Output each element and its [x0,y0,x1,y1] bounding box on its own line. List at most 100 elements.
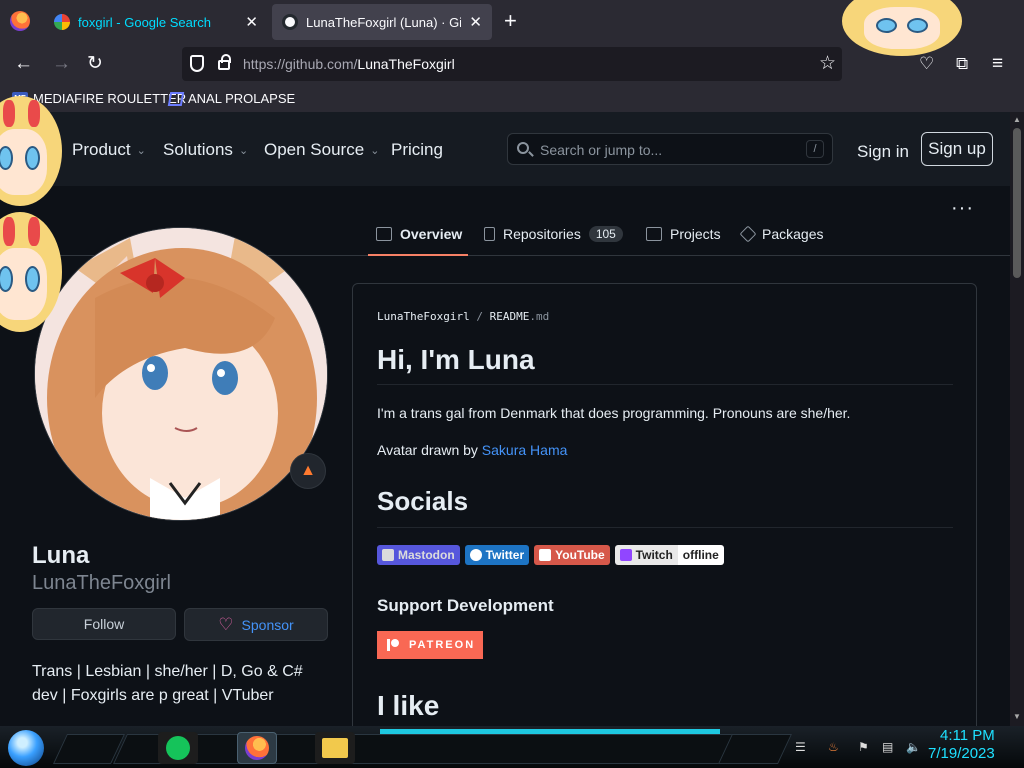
url-host: https://github.com/ [243,56,358,72]
tracking-shield-icon[interactable] [190,55,204,72]
tab-projects[interactable]: Projects [646,226,721,242]
search-input[interactable]: Search or jump to... / [507,133,833,165]
sign-in-link[interactable]: Sign in [857,142,909,162]
page-scrollbar[interactable]: ▲ ▼ [1010,112,1024,726]
pocket-icon[interactable]: ♡ [919,53,934,75]
tab-overview[interactable]: Overview [376,226,462,242]
tab-label: Projects [670,226,721,242]
volume-icon[interactable]: 🔈 [906,740,921,754]
character-horn [28,100,41,127]
artist-link[interactable]: Sakura Hama [482,442,568,458]
scrollbar-thumb[interactable] [1013,128,1021,278]
taskbar-notes-app[interactable] [158,732,198,764]
extensions-icon[interactable]: ⧉ [956,53,968,75]
tab-repositories[interactable]: Repositories 105 [484,226,623,242]
nav-product[interactable]: Product ⌄ [72,140,146,160]
search-icon [517,142,529,154]
nav-pricing[interactable]: Pricing [391,140,443,160]
folder-icon [322,738,348,758]
active-tab-underline [368,254,468,256]
java-tray-icon[interactable]: ♨ [828,740,839,754]
clock-time: 4:11 PM [939,727,995,744]
twitter-badge[interactable]: Twitter [464,545,530,565]
nav-open-source[interactable]: Open Source ⌄ [264,140,379,160]
notes-app-icon [166,736,190,760]
character-face [863,7,941,49]
mastodon-badge[interactable]: Mastodon [377,545,460,565]
tab-label: Packages [762,226,824,242]
chevron-down-icon: ⌄ [238,144,249,157]
patreon-label: PATREON [409,639,476,651]
readme-card: LunaTheFoxgirl / README.md Hi, I'm Luna … [352,283,977,743]
system-clock[interactable]: 4:11 PM 7/19/2023 [928,727,995,763]
flag-tray-icon[interactable]: ⚑ [858,740,869,754]
mastodon-icon [382,549,394,561]
slash-shortcut-key: / [806,140,824,158]
readme-avatar-credit: Avatar drawn by Sakura Hama [377,442,567,458]
sign-up-button[interactable]: Sign up [921,132,993,166]
taskbar-firefox-app[interactable] [237,732,277,764]
badge-label: Mastodon [398,548,455,562]
readme-file-link[interactable]: README [490,310,530,323]
tab-packages[interactable]: Packages [739,225,824,243]
avatar[interactable] [34,227,328,521]
search-placeholder: Search or jump to... [540,142,663,158]
heading-divider [377,527,953,528]
sponsor-button[interactable]: ♡ Sponsor [184,608,328,641]
address-bar[interactable]: https://github.com/LunaTheFoxgirl ☆ [182,47,842,81]
tab-label: Repositories [503,226,581,242]
twitch-icon [619,549,632,561]
url-text[interactable]: https://github.com/LunaTheFoxgirl [243,56,455,72]
heart-icon: ♡ [218,614,234,634]
youtube-badge[interactable]: YouTube [534,545,610,565]
readme-repo-link[interactable]: LunaTheFoxgirl [377,310,470,323]
readme-file-ext: .md [529,310,550,323]
twitch-status-badge[interactable]: offline [677,545,724,565]
fox-emoji-status-icon[interactable]: ▲ [290,453,326,489]
heading-divider [377,384,953,385]
bookmark-star-icon[interactable]: ☆ [819,52,836,75]
taskbar-frame [718,734,792,764]
close-tab-icon[interactable]: ✕ [245,13,258,31]
close-tab-icon[interactable]: ✕ [469,13,482,31]
tab-github-profile[interactable]: LunaTheFoxgirl (Luna) · GitHub ✕ [272,4,492,40]
readme-heading: Hi, I'm Luna [377,344,535,375]
patreon-icon [387,639,399,651]
nav-label: Open Source [264,140,365,159]
character-horn [3,216,15,246]
firefox-icon[interactable] [10,11,30,31]
patreon-badge[interactable]: PATREON [377,631,483,659]
follow-button[interactable]: Follow [32,608,176,640]
github-icon [282,14,298,30]
more-options-icon[interactable]: ··· [951,197,974,220]
hamburger-menu-icon[interactable]: ≡ [992,53,1003,75]
character-eye [25,145,41,170]
twitch-badge[interactable]: Twitch [614,545,678,565]
back-arrow-icon[interactable]: ← [14,53,33,75]
scroll-down-arrow-icon[interactable]: ▼ [1013,712,1021,721]
show-desktop-icon[interactable]: ☰ [795,740,806,754]
badge-label: YouTube [555,548,605,562]
taskbar-file-explorer-app[interactable] [315,732,355,764]
youtube-play-icon [539,549,552,561]
forward-arrow-icon[interactable]: → [52,53,71,75]
bookmark-label: ANAL PROLAPSE [188,91,296,106]
url-path: LunaTheFoxgirl [357,56,455,72]
bookmark-anal-prolapse[interactable]: ANAL PROLAPSE [167,91,296,106]
tab-google-search[interactable]: foxgirl - Google Search ✕ [44,4,268,40]
readme-breadcrumb: LunaTheFoxgirl / README.md [377,310,549,323]
repo-icon [484,227,495,241]
network-icon[interactable]: ▤ [882,740,893,754]
credit-prefix: Avatar drawn by [377,442,482,458]
chevron-down-icon: ⌄ [136,144,146,157]
book-icon [376,227,392,241]
start-button[interactable] [8,730,44,766]
nav-solutions[interactable]: Solutions ⌄ [163,140,248,160]
scroll-up-arrow-icon[interactable]: ▲ [1013,115,1021,124]
firefox-icon [245,736,269,760]
socials-heading: Socials [377,486,469,516]
new-tab-button[interactable]: + [504,10,517,32]
reload-icon[interactable]: ↻ [87,53,103,75]
character-eye [906,17,929,33]
lock-icon[interactable] [218,54,231,70]
